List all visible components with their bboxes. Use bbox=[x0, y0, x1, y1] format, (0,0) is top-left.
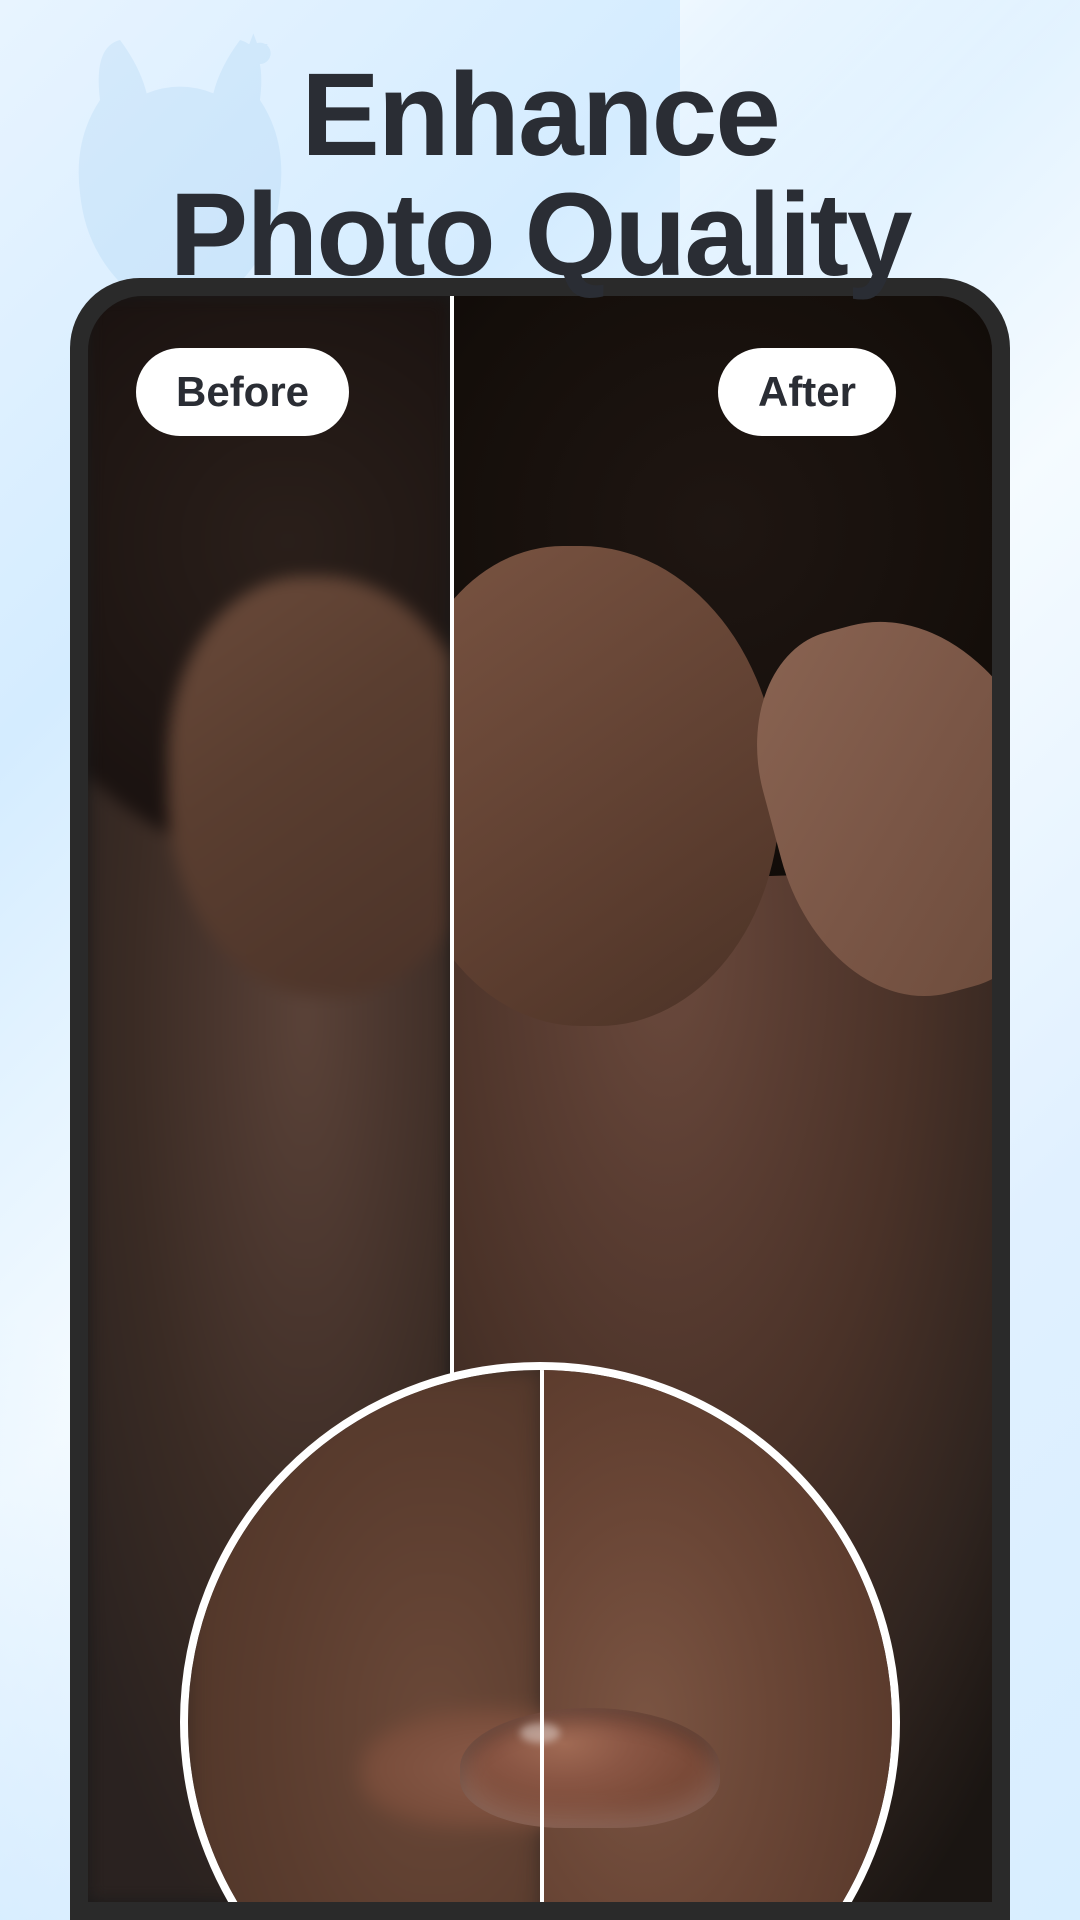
after-badge: After bbox=[718, 348, 896, 436]
phone-mockup-frame: Before After bbox=[70, 278, 1010, 1920]
magnifier-before-side bbox=[188, 1370, 540, 1902]
headline: Enhance Photo Quality bbox=[0, 55, 1080, 296]
phone-screen: Before After bbox=[88, 296, 992, 1902]
headline-line-2: Photo Quality bbox=[170, 169, 911, 301]
before-badge: Before bbox=[136, 348, 349, 436]
detail-magnifier-circle bbox=[180, 1362, 900, 1902]
magnifier-after-side bbox=[540, 1370, 892, 1902]
headline-line-1: Enhance bbox=[301, 49, 779, 181]
magnified-lips-after bbox=[460, 1708, 720, 1828]
portrait-face-before bbox=[168, 576, 450, 996]
magnifier-divider-line bbox=[540, 1370, 544, 1902]
